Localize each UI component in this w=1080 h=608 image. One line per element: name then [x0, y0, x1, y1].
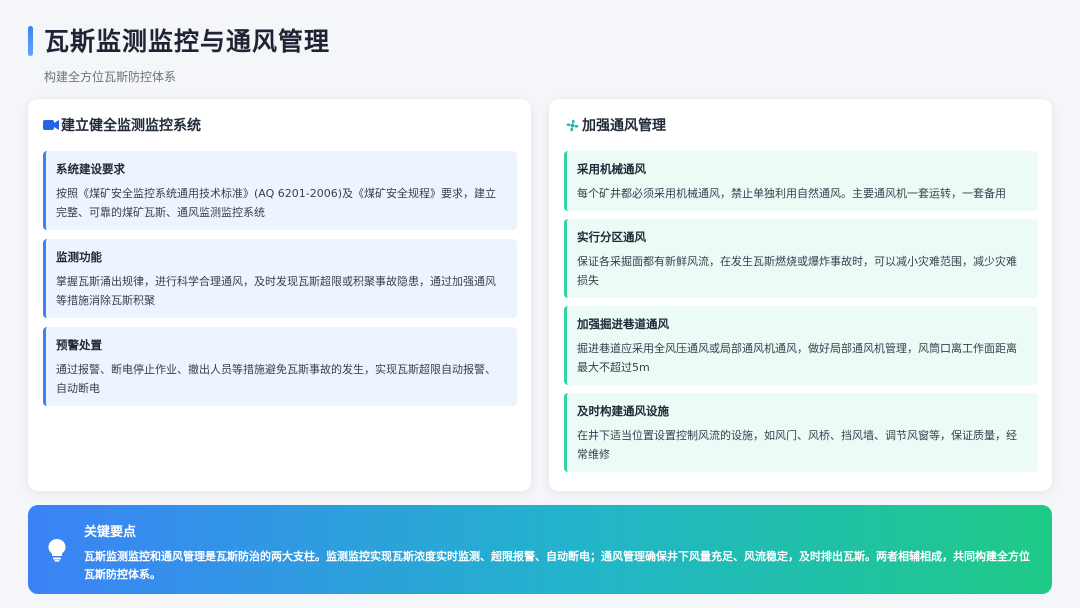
- fan-icon: [564, 118, 580, 132]
- card-zoned-ventilation: 实行分区通风 保证各采掘面都有新鲜风流，在发生瓦斯燃烧或爆炸事故时，可以减小灾难…: [564, 219, 1038, 298]
- page-subtitle: 构建全方位瓦斯防控体系: [44, 70, 177, 84]
- card-title: 预警处置: [56, 338, 102, 352]
- ventilation-panel-header: 加强通风管理: [564, 115, 1038, 135]
- lightbulb-icon: [47, 538, 67, 562]
- card-roadway-ventilation: 加强掘进巷道通风 掘进巷道应采用全风压通风或局部通风机通风，做好局部通风机管理，…: [564, 306, 1038, 385]
- key-points-title: 关键要点: [84, 525, 137, 540]
- card-alarm-handling: 预警处置 通过报警、断电停止作业、撤出人员等措施避免瓦斯事故的发生，实现瓦斯超限…: [43, 327, 517, 406]
- card-mechanical-ventilation: 采用机械通风 每个矿井都必须采用机械通风，禁止单独利用自然通风。主要通风机一套运…: [564, 151, 1038, 211]
- card-title: 实行分区通风: [577, 230, 646, 244]
- monitoring-panel: 建立健全监测监控系统 系统建设要求 按照《煤矿安全监控系统通用技术标准》(AQ …: [28, 99, 531, 491]
- ventilation-panel: 加强通风管理 采用机械通风 每个矿井都必须采用机械通风，禁止单独利用自然通风。主…: [549, 99, 1052, 491]
- key-points-text: 瓦斯监测监控和通风管理是瓦斯防治的两大支柱。监测监控实现瓦斯浓度实时监测、超限报…: [84, 550, 1030, 581]
- card-text: 通过报警、断电停止作业、撤出人员等措施避免瓦斯事故的发生，实现瓦斯超限自动报警、…: [56, 363, 496, 395]
- card-text: 掌握瓦斯涌出规律，进行科学合理通风，及时发现瓦斯超限或积聚事故隐患，通过加强通风…: [56, 275, 496, 307]
- card-title: 及时构建通风设施: [577, 404, 669, 418]
- card-system-requirements: 系统建设要求 按照《煤矿安全监控系统通用技术标准》(AQ 6201-2006)及…: [43, 151, 517, 230]
- card-title: 加强掘进巷道通风: [577, 317, 669, 331]
- card-title: 采用机械通风: [577, 162, 646, 176]
- card-ventilation-facilities: 及时构建通风设施 在井下适当位置设置控制风流的设施，如风门、风桥、挡风墙、调节风…: [564, 393, 1038, 472]
- ventilation-panel-title: 加强通风管理: [582, 118, 666, 134]
- title-accent-bar: [28, 26, 33, 56]
- monitoring-panel-title: 建立健全监测监控系统: [61, 118, 201, 134]
- card-text: 每个矿井都必须采用机械通风，禁止单独利用自然通风。主要通风机一套运转，一套备用: [577, 187, 1006, 200]
- card-text: 保证各采掘面都有新鲜风流，在发生瓦斯燃烧或爆炸事故时，可以减小灾难范围，减少灾难…: [577, 255, 1017, 287]
- key-points-banner: 关键要点 瓦斯监测监控和通风管理是瓦斯防治的两大支柱。监测监控实现瓦斯浓度实时监…: [28, 505, 1052, 594]
- page-title: 瓦斯监测监控与通风管理: [44, 27, 331, 56]
- card-title: 系统建设要求: [56, 162, 125, 176]
- card-text: 按照《煤矿安全监控系统通用技术标准》(AQ 6201-2006)及《煤矿安全规程…: [56, 187, 497, 219]
- card-title: 监测功能: [56, 250, 102, 264]
- card-text: 掘进巷道应采用全风压通风或局部通风机通风，做好局部通风机管理，风筒口离工作面距离…: [577, 342, 1017, 374]
- monitoring-panel-header: 建立健全监测监控系统: [43, 115, 517, 135]
- video-camera-icon: [43, 118, 59, 132]
- card-text: 在井下适当位置设置控制风流的设施，如风门、风桥、挡风墙、调节风窗等，保证质量，经…: [577, 429, 1017, 461]
- card-monitoring-function: 监测功能 掌握瓦斯涌出规律，进行科学合理通风，及时发现瓦斯超限或积聚事故隐患，通…: [43, 239, 517, 318]
